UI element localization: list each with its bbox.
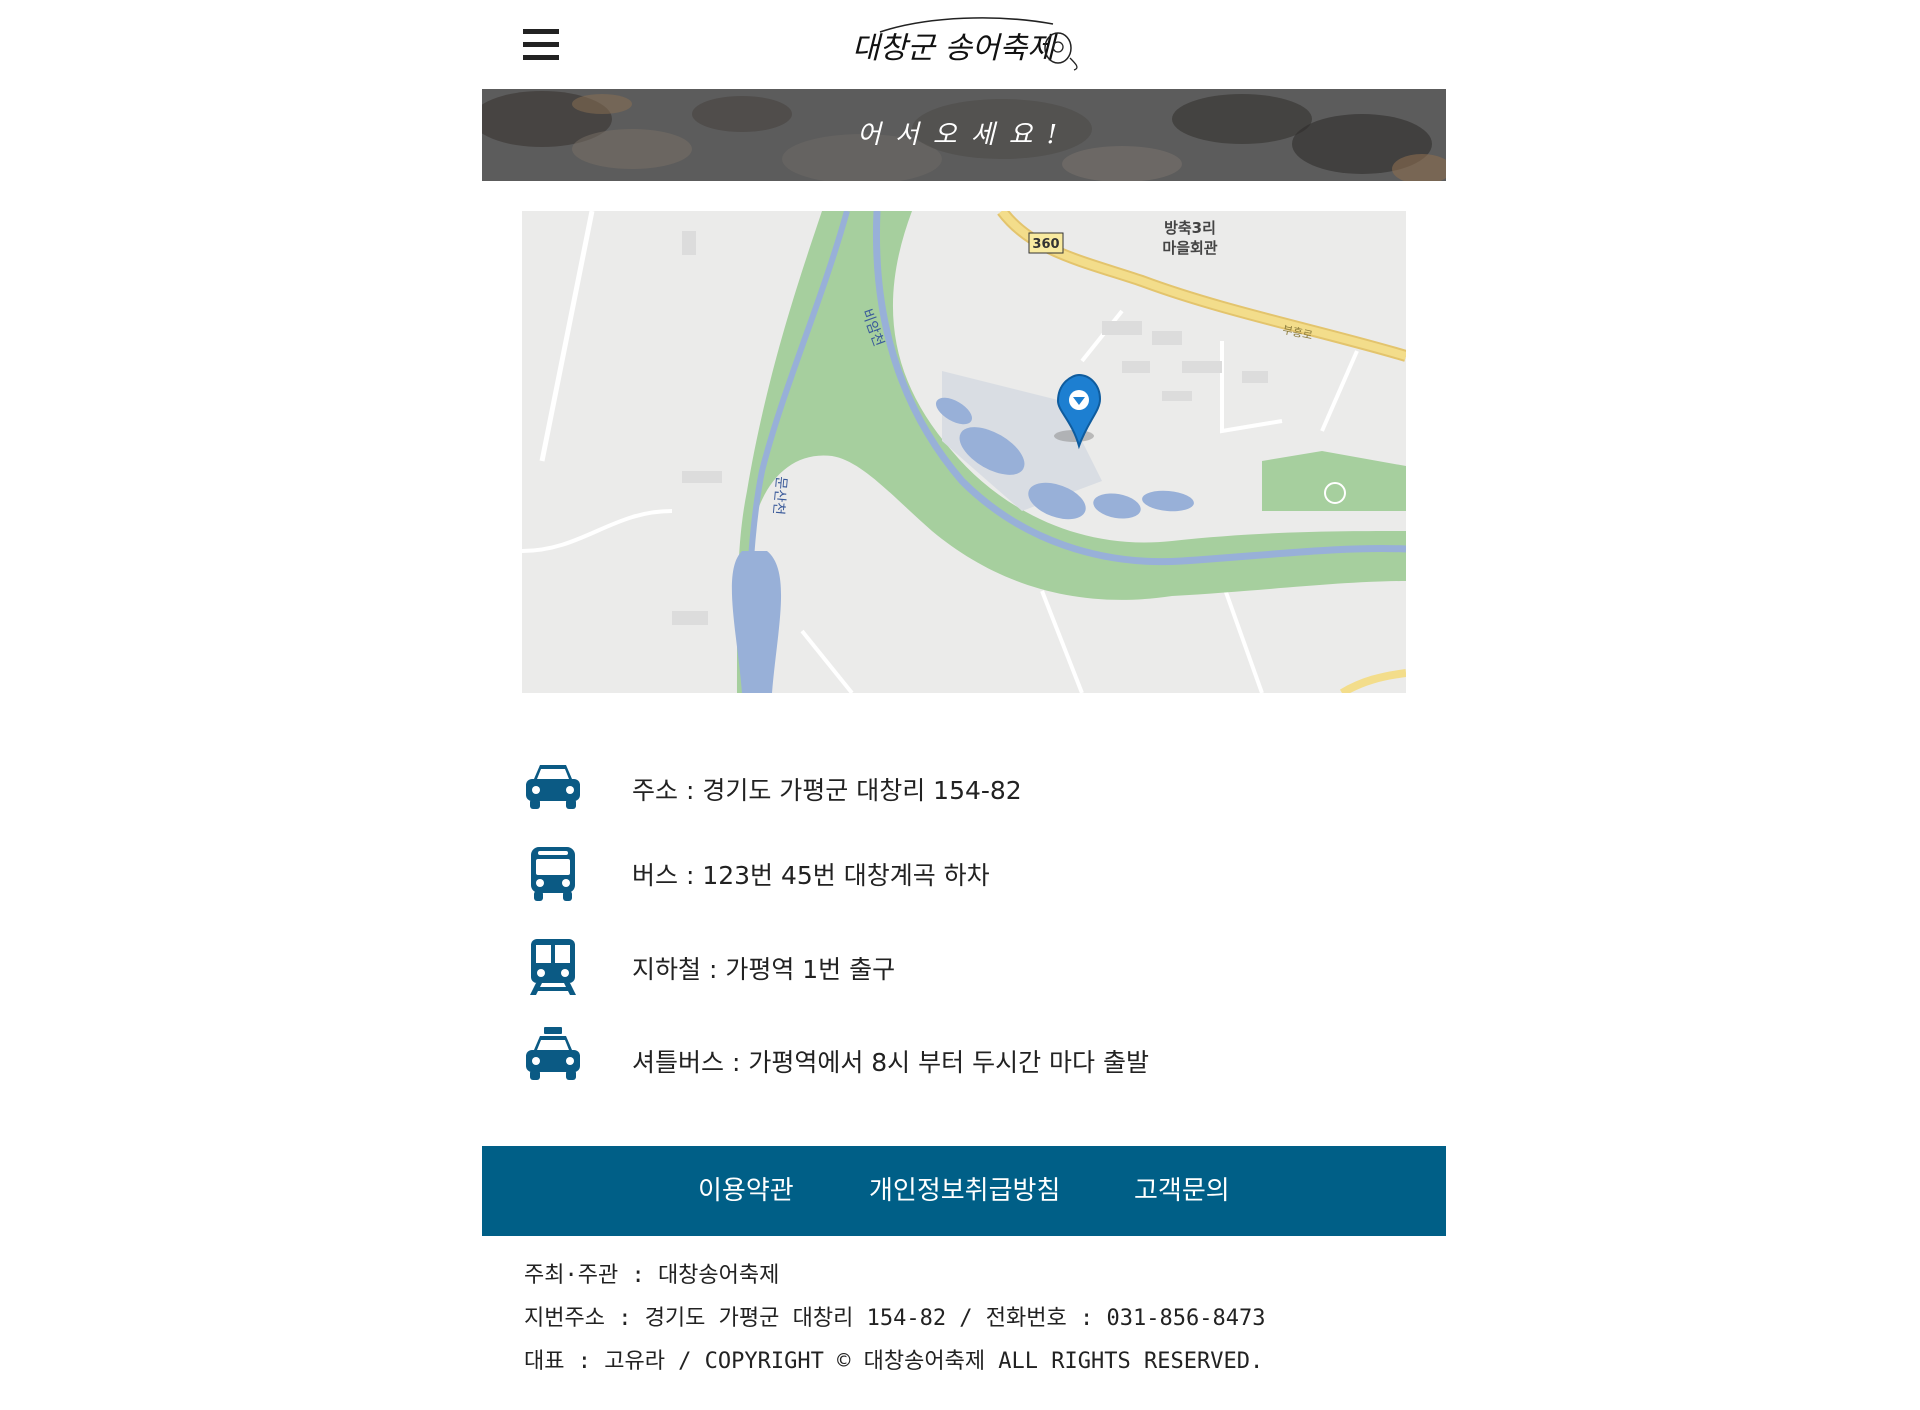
map-stream-side-label: 문산천 (770, 476, 789, 516)
site-logo[interactable]: 대창군 송어축제 (848, 14, 1080, 74)
taxi-icon (522, 1026, 584, 1086)
location-map[interactable]: 360 방축3리 마을회관 비암천 문산천 부흥로 (522, 211, 1406, 693)
transit-subway-text: 지하철 : 가평역 1번 출구 (632, 955, 896, 984)
footer-address-phone: 지번주소 : 경기도 가평군 대창리 154-82 / 전화번호 : 031-8… (524, 1306, 1266, 1331)
map-canvas: 360 방축3리 마을회관 비암천 문산천 부흥로 (522, 211, 1406, 693)
footer-link-contact[interactable]: 고객문의 (1134, 1146, 1230, 1236)
transit-shuttle-text: 셔틀버스 : 가평역에서 8시 부터 두시간 마다 출발 (632, 1048, 1149, 1077)
logo-text: 대창군 송어축제 (852, 31, 1058, 66)
logo-image: 대창군 송어축제 (852, 17, 1078, 71)
footer-link-terms[interactable]: 이용약관 (698, 1146, 794, 1236)
subway-icon (522, 937, 584, 997)
footer-copyright: 대표 : 고유라 / COPYRIGHT © 대창송어축제 ALL RIGHTS… (524, 1349, 1264, 1374)
map-village-hall-label-2: 마을회관 (1162, 239, 1217, 257)
page: 대창군 송어축제 어서오세요! 360 방축3리 마을회관 비암천 문산천 부흥… (482, 0, 1446, 1410)
transit-row-address: 주소 : 경기도 가평군 대창리 154-82 (522, 757, 1406, 827)
welcome-banner: 어서오세요! (482, 89, 1446, 181)
hamburger-menu-icon[interactable] (523, 29, 559, 61)
transit-row-subway: 지하철 : 가평역 1번 출구 (522, 935, 1406, 1005)
footer-nav: 이용약관 개인정보취급방침 고객문의 (482, 1146, 1446, 1236)
transit-bus-text: 버스 : 123번 45번 대창계곡 하차 (632, 861, 990, 890)
transit-row-shuttle: 셔틀버스 : 가평역에서 8시 부터 두시간 마다 출발 (522, 1026, 1406, 1096)
transit-address-text: 주소 : 경기도 가평군 대창리 154-82 (632, 776, 1022, 805)
footer-link-privacy[interactable]: 개인정보취급방침 (869, 1146, 1060, 1236)
site-header: 대창군 송어축제 (482, 0, 1446, 90)
car-icon (522, 757, 584, 817)
map-road-number-label: 360 (1032, 237, 1059, 252)
transit-row-bus: 버스 : 123번 45번 대창계곡 하차 (522, 845, 1406, 915)
banner-welcome-text: 어서오세요! (856, 120, 1072, 150)
map-village-hall-label-1: 방축3리 (1164, 219, 1216, 237)
footer-organizer: 주최·주관 : 대창송어축제 (524, 1263, 780, 1288)
bus-icon (522, 845, 584, 905)
footer-info: 주최·주관 : 대창송어축제 지번주소 : 경기도 가평군 대창리 154-82… (524, 1254, 1424, 1383)
